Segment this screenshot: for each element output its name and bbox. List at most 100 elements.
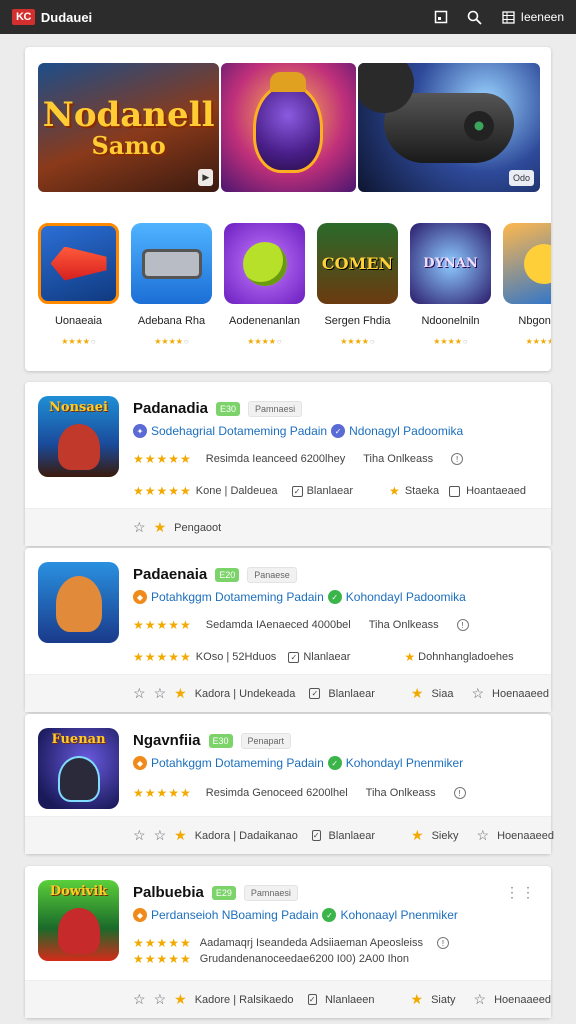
info-icon[interactable]: !: [437, 937, 449, 949]
game-tile[interactable]: Adebana Rha ★★★★ ○: [131, 223, 212, 363]
size-text: Tiha Onlkeass: [363, 453, 434, 465]
star-outline-icon[interactable]: ☆: [133, 519, 146, 536]
app-card[interactable]: Padaenaia E20 Panaese ◆ Potahkggm Dotame…: [25, 548, 551, 712]
star-outline-icon[interactable]: ☆: [154, 827, 167, 844]
box-label: Hoantaeaed: [466, 485, 527, 497]
star-outline-icon[interactable]: ☆: [474, 991, 487, 1008]
game-icon: [503, 223, 551, 304]
app-title[interactable]: Padaenaia: [133, 566, 207, 583]
tile-name: Adebana Rha: [137, 315, 206, 327]
banner-2[interactable]: [221, 63, 356, 192]
star-icon[interactable]: ★: [154, 519, 167, 536]
star-icon[interactable]: ★: [404, 650, 416, 664]
star-outline-icon[interactable]: ☆: [471, 685, 484, 702]
star-icon[interactable]: ★: [389, 484, 401, 498]
game-tile[interactable]: COMEN Sergen Fhdia ★★★★ ○: [317, 223, 398, 363]
app-logo[interactable]: KC: [12, 9, 35, 25]
star-outline-icon[interactable]: ☆: [133, 991, 146, 1008]
checkbox-icon[interactable]: ✓: [311, 830, 321, 841]
card-footer: ☆ ☆ ★ Kadore | Ralsikaedo ✓ Nlanlaeen ★ …: [25, 980, 551, 1018]
banner-1[interactable]: Nodanell Samo ▶: [38, 63, 220, 192]
app-icon[interactable]: Fuenan: [38, 728, 119, 809]
app-card[interactable]: Nonsaei Padanadia E30 Pamnaesi ✦ Sodehag…: [25, 382, 551, 546]
game-tile[interactable]: Nbgonieat ★★★★★: [503, 223, 551, 363]
rating-stars: ★★★★★: [133, 618, 192, 632]
size-text: Grudandenanoceedae6200 I00) 2A00 Ihon: [199, 953, 409, 965]
checkbox-icon[interactable]: ✓: [288, 651, 300, 663]
app-title[interactable]: Padanadia: [133, 400, 208, 417]
featured-card: Nodanell Samo ▶ Odo Uonaeaia ★★★★ ○ Adeba…: [25, 47, 551, 371]
checkbox-icon[interactable]: ✓: [309, 688, 321, 699]
rating-stars: ★★★★ ○: [247, 337, 282, 346]
publisher-link[interactable]: Ndonagyl Padoomika: [349, 424, 463, 438]
menu-button[interactable]: Ieeneen: [501, 9, 564, 25]
star-outline-icon[interactable]: ☆: [133, 685, 146, 702]
info-icon[interactable]: !: [456, 619, 469, 631]
star-icon[interactable]: ★: [174, 991, 187, 1008]
checkbox-icon[interactable]: ✓: [291, 485, 303, 497]
star-outline-icon[interactable]: ☆: [154, 991, 167, 1008]
star-icon[interactable]: ★: [411, 685, 424, 702]
star-icon[interactable]: ★: [174, 685, 187, 702]
box-icon[interactable]: [449, 485, 461, 497]
star-label: Staeka: [404, 485, 440, 497]
publisher-link[interactable]: Kohondayl Padoomika: [346, 590, 466, 604]
footer-r1: Siaa: [431, 687, 454, 700]
game-icon: [131, 223, 212, 304]
card-footer: ☆ ☆ ★ Kadora | Undekeada ✓ Blanlaear ★ S…: [25, 674, 551, 712]
square-icon[interactable]: [433, 9, 449, 25]
size-text: Tiha Onlkeass: [365, 787, 436, 799]
rating-stars: ★★★★★: [133, 650, 192, 664]
developer-link[interactable]: Sodehagrial Dotameming Padain: [151, 424, 327, 438]
rating-stars: ★★★★★: [133, 452, 192, 466]
checkbox-icon[interactable]: ✓: [307, 994, 317, 1005]
search-icon[interactable]: [467, 9, 483, 25]
banner-carousel[interactable]: Nodanell Samo ▶ Odo: [38, 63, 540, 192]
game-icon: [224, 223, 305, 304]
footer-check-label: Blanlaear: [328, 687, 375, 700]
info-icon[interactable]: !: [453, 787, 466, 799]
publisher-link[interactable]: Kohondayl Pnenmiker: [346, 756, 463, 770]
developer-link[interactable]: Perdanseioh NBoaming Padain: [151, 908, 318, 922]
star-icon[interactable]: ★: [411, 827, 424, 844]
info-icon[interactable]: !: [451, 453, 464, 465]
app-icon[interactable]: Dowivik: [38, 880, 119, 961]
category-chip[interactable]: Penapart: [240, 732, 292, 749]
banner-3[interactable]: Odo: [357, 63, 540, 192]
age-rating-badge: E29: [211, 885, 236, 900]
app-icon[interactable]: [38, 562, 119, 643]
developer-link[interactable]: Potahkggm Dotameming Padain: [151, 756, 324, 770]
footer-check-label: Nlanlaeen: [324, 993, 375, 1006]
star-outline-icon[interactable]: ☆: [477, 827, 490, 844]
star-outline-icon[interactable]: ☆: [133, 827, 146, 844]
developer-link[interactable]: Potahkggm Dotameming Padain: [151, 590, 324, 604]
banner-chip[interactable]: Odo: [508, 170, 534, 186]
age-rating-badge: E30: [208, 733, 233, 748]
footer-r2: Hoenaaeed: [494, 993, 551, 1006]
app-icon[interactable]: Nonsaei: [38, 396, 119, 477]
app-card[interactable]: Fuenan Ngavnfiia E30 Penapart ◆ Potahkgg…: [25, 714, 554, 854]
game-tile[interactable]: Aodenenanlan ★★★★ ○: [224, 223, 305, 363]
category-chip[interactable]: Pamnaesi: [248, 400, 303, 417]
downloads-text: Aadamaqrj Iseandeda Adsiiaeman Apeosleis…: [199, 937, 423, 949]
game-tile[interactable]: DYNAN Ndoonelniln ★★★★ ○: [410, 223, 491, 363]
tile-name: Sergen Fhdia: [324, 315, 391, 327]
game-tile[interactable]: Uonaeaia ★★★★ ○: [38, 223, 119, 363]
app-name: Dudauei: [40, 9, 93, 25]
app-title[interactable]: Ngavnfiia: [133, 732, 201, 749]
star-outline-icon[interactable]: ☆: [154, 685, 167, 702]
tile-name: Aodenenanlan: [229, 315, 300, 327]
app-card[interactable]: Dowivik ⋮⋮ Palbuebia E29 Pamnaesi ◆ Perd…: [25, 866, 551, 1018]
meta-text: Kone | Daldeuea: [195, 485, 278, 497]
play-icon[interactable]: ▶: [198, 169, 214, 186]
category-chip[interactable]: Pamnaesi: [243, 884, 298, 901]
app-title[interactable]: Palbuebia: [133, 884, 204, 901]
publisher-link[interactable]: Kohonaayl Pnenmiker: [340, 908, 457, 922]
category-chip[interactable]: Panaese: [247, 566, 297, 583]
menu-label: Ieeneen: [520, 10, 564, 24]
top-bar: KC Dudauei Ieeneen: [0, 0, 576, 34]
age-rating-badge: E20: [215, 567, 240, 582]
star-icon[interactable]: ★: [174, 827, 187, 844]
more-options-icon[interactable]: ⋮⋮: [505, 884, 537, 901]
star-icon[interactable]: ★: [411, 991, 424, 1008]
